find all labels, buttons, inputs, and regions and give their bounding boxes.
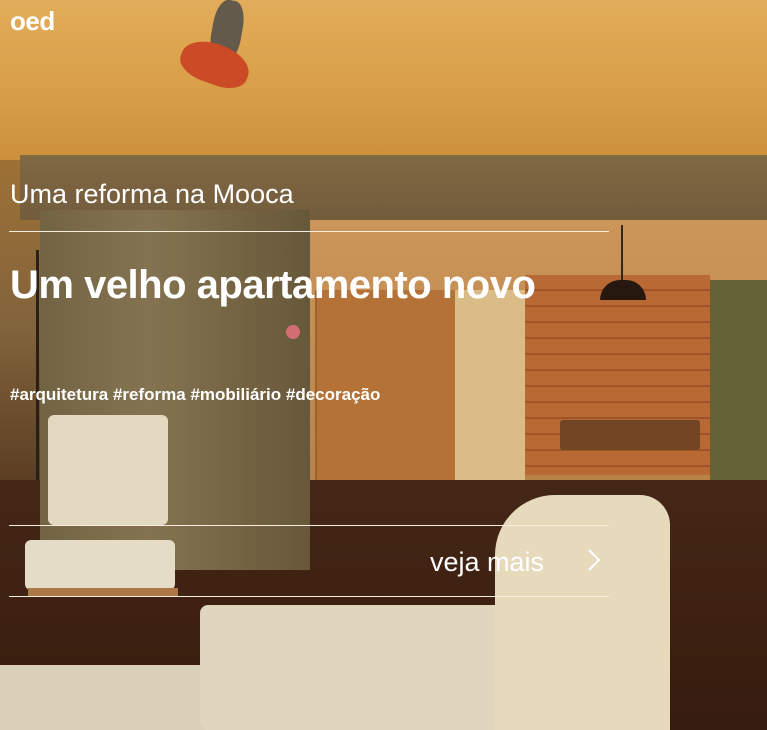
divider: [9, 525, 609, 526]
article-kicker: Uma reforma na Mooca: [10, 179, 294, 209]
site-logo[interactable]: oed: [10, 6, 55, 37]
divider: [9, 231, 609, 232]
see-more-label: veja mais: [430, 546, 545, 577]
chevron-right-icon: [588, 549, 601, 571]
overlay-shade: [0, 0, 767, 730]
divider: [9, 596, 609, 597]
article-title: Um velho apartamento novo: [10, 263, 536, 307]
article-tags: #arquitetura #reforma #mobiliário #decor…: [10, 385, 381, 404]
see-more-link[interactable]: veja mais: [430, 540, 610, 584]
hero-banner: oed Uma reforma na Mooca Um velho aparta…: [0, 0, 767, 730]
